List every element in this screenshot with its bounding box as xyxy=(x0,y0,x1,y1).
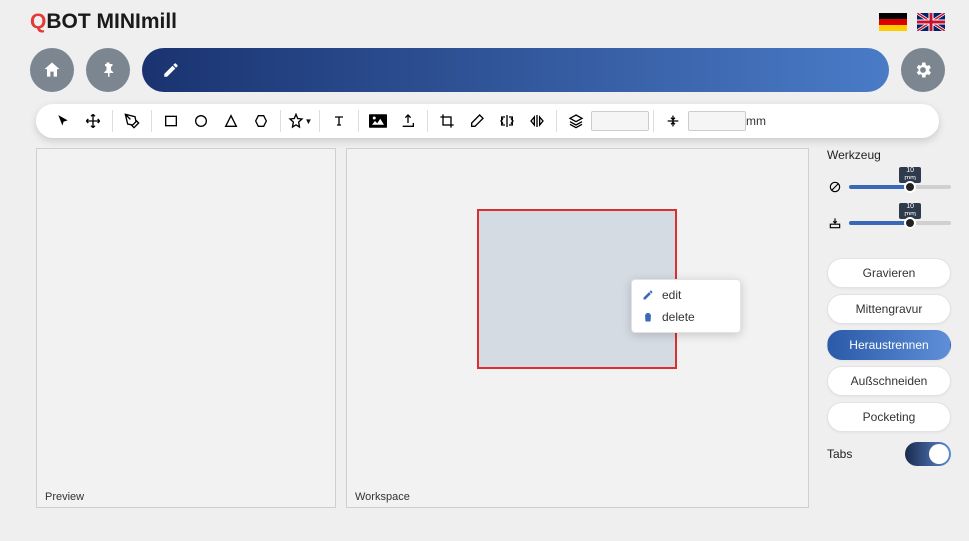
depth-slider[interactable]: 10mm xyxy=(827,208,951,238)
select-tool[interactable] xyxy=(48,107,78,135)
gear-icon xyxy=(913,60,933,80)
workspace-panel[interactable]: edit delete Workspace xyxy=(346,148,809,508)
app-title: QBOT MINImill xyxy=(30,10,177,34)
op-heraustrennen[interactable]: Heraustrennen xyxy=(827,330,951,360)
text-tool[interactable] xyxy=(324,107,354,135)
context-delete[interactable]: delete xyxy=(632,306,740,328)
layers-tool[interactable] xyxy=(561,107,591,135)
align-tool[interactable] xyxy=(658,107,688,135)
flag-uk[interactable] xyxy=(917,13,945,31)
pencil-icon xyxy=(642,289,654,301)
move-tool[interactable] xyxy=(78,107,108,135)
image-tool[interactable] xyxy=(363,107,393,135)
pen-tool[interactable] xyxy=(117,107,147,135)
context-edit[interactable]: edit xyxy=(632,284,740,306)
op-mittengravur[interactable]: Mittengravur xyxy=(827,294,951,324)
trash-icon xyxy=(642,311,654,323)
flag-german[interactable] xyxy=(879,13,907,31)
sidebar-title: Werkzeug xyxy=(827,148,951,162)
rectangle-tool[interactable] xyxy=(156,107,186,135)
settings-button[interactable] xyxy=(901,48,945,92)
workspace-label: Workspace xyxy=(355,491,410,503)
diameter-slider[interactable]: 10mm xyxy=(827,172,951,202)
pin-icon xyxy=(99,61,117,79)
unit-label: mm xyxy=(746,114,774,128)
star-tool[interactable]: ▼ xyxy=(285,107,315,135)
pencil-icon xyxy=(162,61,180,79)
op-ausschneiden[interactable]: Außschneiden xyxy=(827,366,951,396)
depth-icon xyxy=(827,216,843,230)
pin-button[interactable] xyxy=(86,48,130,92)
dimension-input[interactable] xyxy=(591,111,649,131)
home-icon xyxy=(42,60,62,80)
crop-tool[interactable] xyxy=(432,107,462,135)
tabs-toggle[interactable] xyxy=(905,442,951,466)
preview-label: Preview xyxy=(45,491,84,503)
tabs-label: Tabs xyxy=(827,447,852,461)
op-pocketing[interactable]: Pocketing xyxy=(827,402,951,432)
diameter-icon xyxy=(827,180,843,194)
circle-tool[interactable] xyxy=(186,107,216,135)
flip-tool[interactable] xyxy=(522,107,552,135)
draw-mode-bar[interactable] xyxy=(142,48,889,92)
home-button[interactable] xyxy=(30,48,74,92)
upload-tool[interactable] xyxy=(393,107,423,135)
preview-panel: Preview xyxy=(36,148,336,508)
eraser-tool[interactable] xyxy=(462,107,492,135)
shape-toolbar: ▼ mm xyxy=(36,104,939,138)
polygon-tool[interactable] xyxy=(246,107,276,135)
triangle-tool[interactable] xyxy=(216,107,246,135)
tool-sidebar: Werkzeug 10mm 10mm Gravieren Mittengravu… xyxy=(819,148,959,518)
op-gravieren[interactable]: Gravieren xyxy=(827,258,951,288)
mirror-tool[interactable] xyxy=(492,107,522,135)
unit-input[interactable] xyxy=(688,111,746,131)
context-menu: edit delete xyxy=(631,279,741,333)
